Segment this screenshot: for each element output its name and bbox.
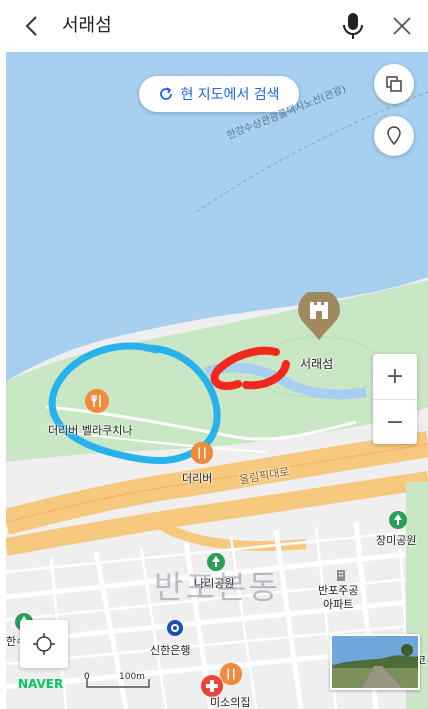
zoom-in-button[interactable]: + xyxy=(373,354,417,399)
refresh-icon xyxy=(160,87,173,100)
place-label-rose-park[interactable]: 장미공원 xyxy=(376,532,416,548)
zoom-out-button[interactable]: − xyxy=(373,399,417,445)
layers-icon xyxy=(386,76,402,92)
restaurant-icon[interactable] xyxy=(84,388,110,414)
map-view[interactable]: 현 지도에서 검색 한강수상관광콜택시노선(관광) 서래섬 더리버 벨라쿠치나 xyxy=(6,52,428,709)
restaurant-icon[interactable] xyxy=(190,441,214,465)
microphone-icon[interactable] xyxy=(338,10,368,42)
place-label-theriver-bellacucina[interactable]: 더리버 벨라쿠치나 xyxy=(48,422,132,438)
current-location-button[interactable] xyxy=(20,620,68,668)
scale-zero-label: 0 xyxy=(84,672,90,682)
crosshair-icon xyxy=(33,633,55,655)
search-query[interactable]: 서래섬 xyxy=(62,12,112,40)
street-view-image xyxy=(332,636,418,688)
place-marker-button[interactable] xyxy=(374,116,414,156)
castle-icon[interactable] xyxy=(296,292,342,342)
layers-button[interactable] xyxy=(374,64,414,104)
place-label-shinhan-bank[interactable]: 신한은행 xyxy=(150,642,190,658)
scale-distance-label: 100m xyxy=(119,672,145,682)
street-view-thumbnail[interactable] xyxy=(330,634,420,690)
bank-icon[interactable] xyxy=(166,619,184,637)
close-icon[interactable] xyxy=(388,12,416,40)
naver-logo: NAVER xyxy=(18,677,64,691)
place-label-theriver[interactable]: 더리버 xyxy=(182,470,212,486)
search-bar: 서래섬 xyxy=(0,0,428,52)
location-pin-icon xyxy=(387,126,401,146)
place-label-miso-house[interactable]: 미소의집 xyxy=(210,694,250,709)
place-label-seoraeseom[interactable]: 서래섬 xyxy=(300,355,333,372)
park-icon[interactable] xyxy=(388,510,408,530)
back-arrow-icon[interactable] xyxy=(18,12,46,40)
place-label-banpo-apartment[interactable]: 반포주공 아파트 xyxy=(318,584,358,612)
apartment-icon[interactable] xyxy=(334,568,348,582)
district-label: 반포본동 xyxy=(154,568,280,606)
map-base xyxy=(6,52,428,709)
zoom-control: + − xyxy=(373,354,417,444)
search-this-area-label: 현 지도에서 검색 xyxy=(180,87,280,103)
